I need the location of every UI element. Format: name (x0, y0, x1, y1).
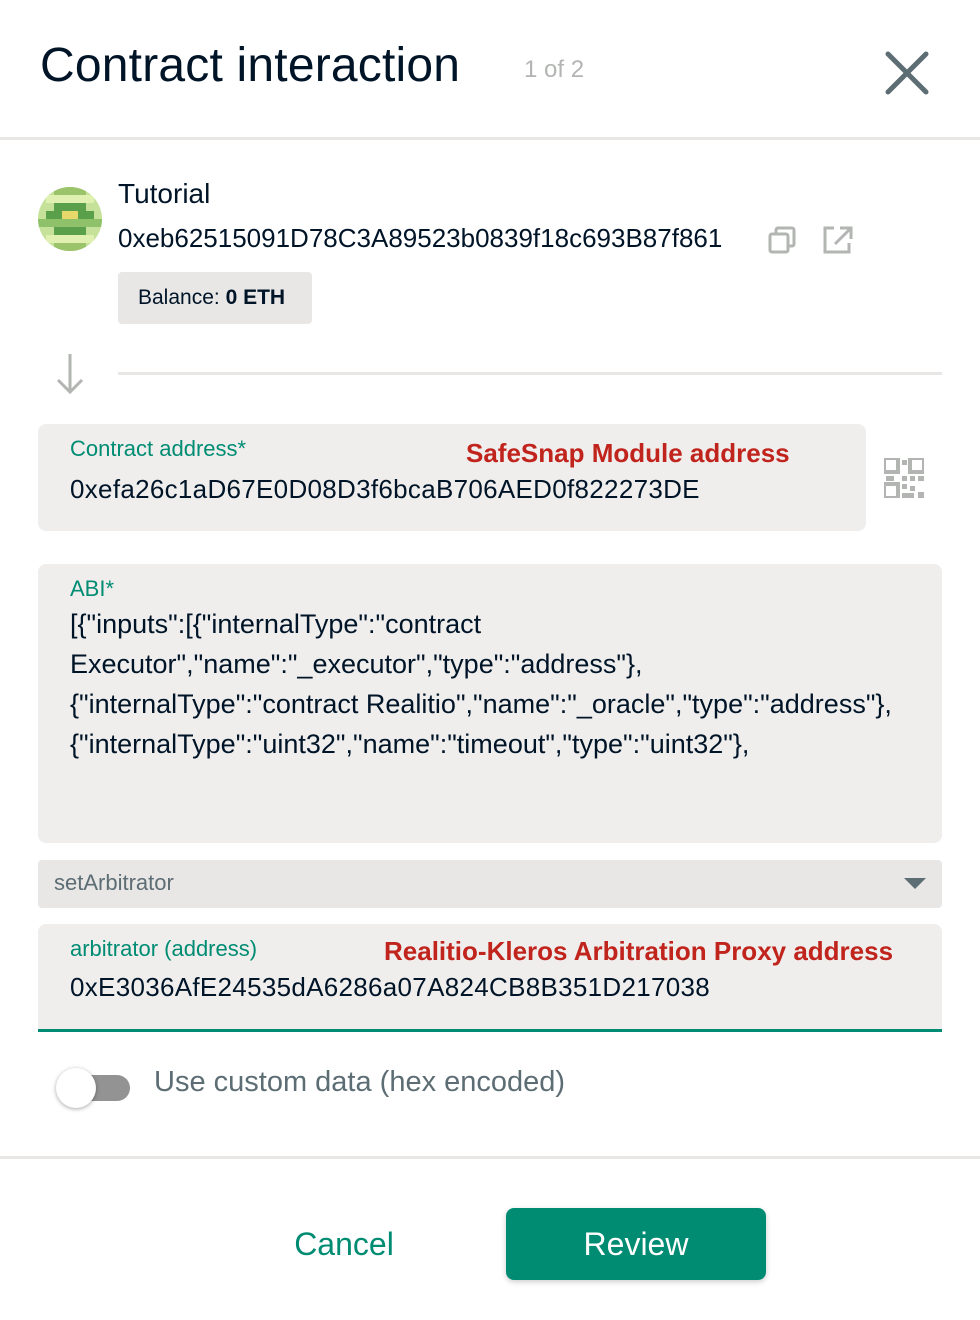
contract-address-label: Contract address* (70, 436, 247, 461)
close-button[interactable] (878, 44, 936, 102)
qr-code-icon (882, 456, 926, 500)
contract-address-input[interactable]: 0xefa26c1aD67E0D08D3f6bcaB706AED0f822273… (70, 474, 700, 505)
external-link-icon (823, 226, 853, 254)
avatar (38, 187, 102, 251)
sender-address: 0xeb62515091D78C3A89523b0839f18c693B87f8… (118, 223, 723, 253)
modal-header: Contract interaction 1 of 2 (0, 0, 980, 140)
arbitrator-label: arbitrator (address) (70, 936, 258, 961)
arrow-down-icon (52, 352, 88, 396)
abi-label: ABI* (70, 576, 115, 601)
toggle-thumb (56, 1068, 96, 1108)
custom-data-toggle[interactable] (56, 1068, 132, 1108)
custom-data-label: Use custom data (hex encoded) (154, 1066, 566, 1098)
method-select[interactable]: setArbitrator (38, 860, 942, 908)
modal-title: Contract interaction (40, 39, 461, 92)
review-button[interactable]: Review (506, 1208, 766, 1280)
balance-label: Balance: (138, 286, 226, 309)
contract-annotation: SafeSnap Module address (466, 438, 790, 468)
method-selected-value: setArbitrator (54, 870, 174, 895)
divider (118, 372, 942, 375)
contract-address-field[interactable]: Contract address* SafeSnap Module addres… (38, 424, 866, 531)
arbitrator-input[interactable]: 0xE3036AfE24535dA6286a07A824CB8B351D2170… (70, 972, 710, 1003)
abi-textarea[interactable]: [{"inputs":[{"internalType":"contract Ex… (70, 604, 900, 764)
sender-name: Tutorial (118, 178, 211, 209)
copy-address-button[interactable] (766, 224, 798, 256)
open-explorer-button[interactable] (820, 224, 856, 256)
arbitrator-field[interactable]: arbitrator (address) Realitio-Kleros Arb… (38, 924, 942, 1032)
balance-badge: Balance: 0 ETH (118, 272, 312, 324)
balance-value: 0 ETH (225, 286, 286, 309)
arbitrator-annotation: Realitio-Kleros Arbitration Proxy addres… (384, 936, 894, 966)
close-icon (885, 51, 929, 95)
copy-icon (768, 226, 796, 254)
step-indicator: 1 of 2 (524, 56, 585, 83)
scan-qr-button[interactable] (882, 456, 926, 500)
footer-divider (0, 1156, 980, 1159)
chevron-down-icon (904, 878, 926, 889)
cancel-button[interactable]: Cancel (224, 1208, 464, 1280)
abi-field[interactable]: ABI* [{"inputs":[{"internalType":"contra… (38, 564, 942, 843)
